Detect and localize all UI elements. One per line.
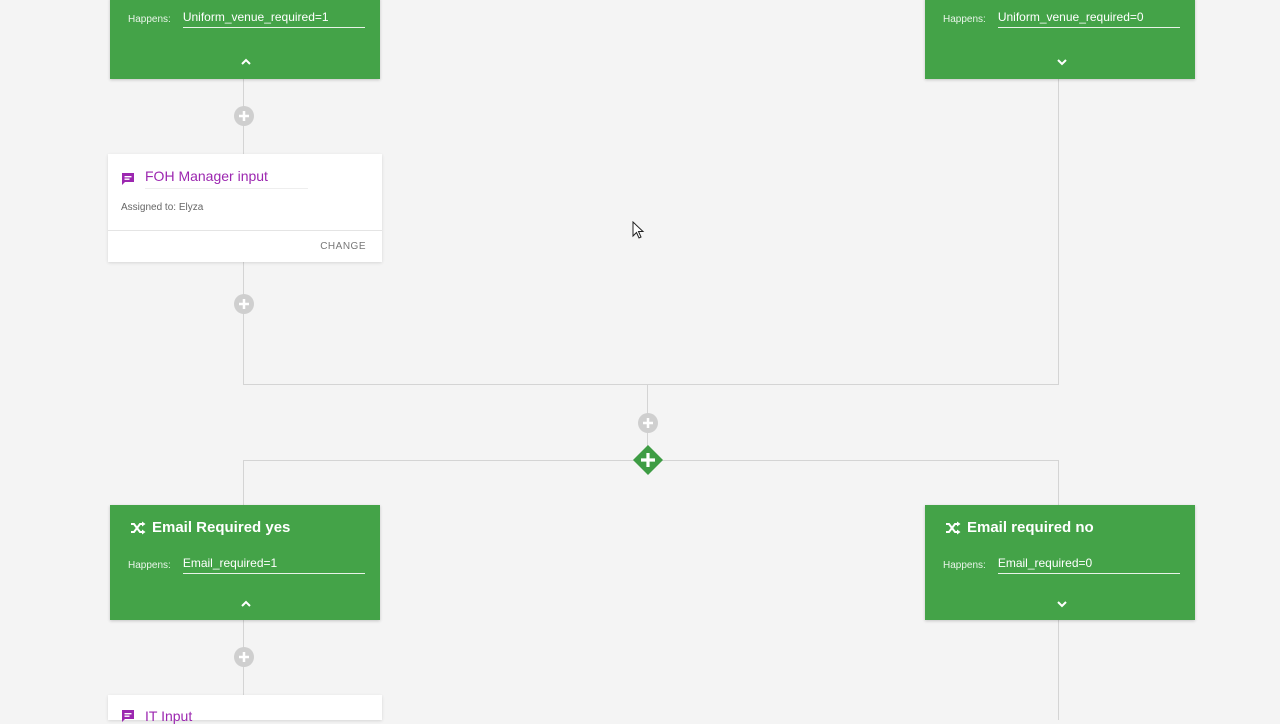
- condition-input[interactable]: Uniform_venue_required=0: [997, 10, 1180, 28]
- assignee-info: Assigned to: Elyza: [121, 202, 203, 213]
- task-title-link[interactable]: IT Input: [121, 708, 192, 724]
- parallel-gateway-icon[interactable]: [632, 444, 664, 476]
- assignee-name: Elyza: [178, 202, 204, 213]
- plus-icon: [643, 418, 653, 428]
- task-card-foh-manager[interactable]: FOH Manager input Assigned to: Elyza CHA…: [108, 154, 382, 262]
- divider: [108, 230, 382, 231]
- branch-card-email-no[interactable]: Email required no Happens: Email_require…: [925, 505, 1195, 620]
- task-title-link[interactable]: FOH Manager input: [121, 168, 308, 189]
- branch-card-email-yes[interactable]: Email Required yes Happens: Email_requir…: [110, 505, 380, 620]
- happens-label: Happens:: [128, 14, 171, 25]
- task-title: FOH Manager input: [145, 168, 308, 189]
- add-step-button[interactable]: [234, 647, 254, 667]
- connector-line: [1058, 460, 1059, 506]
- condition-input[interactable]: Email_required=0: [997, 556, 1180, 574]
- add-step-button[interactable]: [234, 294, 254, 314]
- assigned-label: Assigned to:: [121, 202, 177, 213]
- comment-icon: [122, 710, 134, 722]
- branch-title: Email required no: [945, 519, 1094, 536]
- happens-label: Happens:: [943, 14, 986, 25]
- shuffle-icon: [946, 521, 961, 534]
- branch-title-text: Email Required yes: [152, 519, 291, 536]
- happens-label: Happens:: [128, 560, 171, 571]
- branch-title-text: Email required no: [967, 519, 1094, 536]
- connector-line: [1058, 620, 1059, 720]
- connector-line: [243, 384, 1059, 385]
- task-card-it-input[interactable]: IT Input: [108, 695, 382, 724]
- change-button[interactable]: CHANGE: [320, 241, 366, 252]
- plus-icon: [239, 111, 249, 121]
- shuffle-icon: [131, 521, 146, 534]
- connector-line: [243, 262, 244, 384]
- branch-card-uniform-yes[interactable]: Happens: Uniform_venue_required=1: [110, 0, 380, 79]
- chevron-up-icon[interactable]: [239, 599, 253, 609]
- connector-line: [1058, 79, 1059, 385]
- add-step-button[interactable]: [638, 413, 658, 433]
- branch-title: Email Required yes: [130, 519, 290, 536]
- task-title: IT Input: [145, 708, 193, 724]
- plus-icon: [239, 299, 249, 309]
- add-step-button[interactable]: [234, 106, 254, 126]
- chevron-down-icon[interactable]: [1055, 57, 1069, 67]
- chevron-down-icon[interactable]: [1055, 599, 1069, 609]
- condition-input[interactable]: Uniform_venue_required=1: [182, 10, 365, 28]
- chevron-up-icon[interactable]: [239, 57, 253, 67]
- mouse-cursor-icon: [632, 221, 645, 239]
- connector-line: [243, 460, 244, 506]
- comment-icon: [122, 172, 134, 185]
- happens-label: Happens:: [943, 560, 986, 571]
- plus-icon: [239, 652, 249, 662]
- condition-input[interactable]: Email_required=1: [182, 556, 365, 574]
- branch-card-uniform-no[interactable]: Happens: Uniform_venue_required=0: [925, 0, 1195, 79]
